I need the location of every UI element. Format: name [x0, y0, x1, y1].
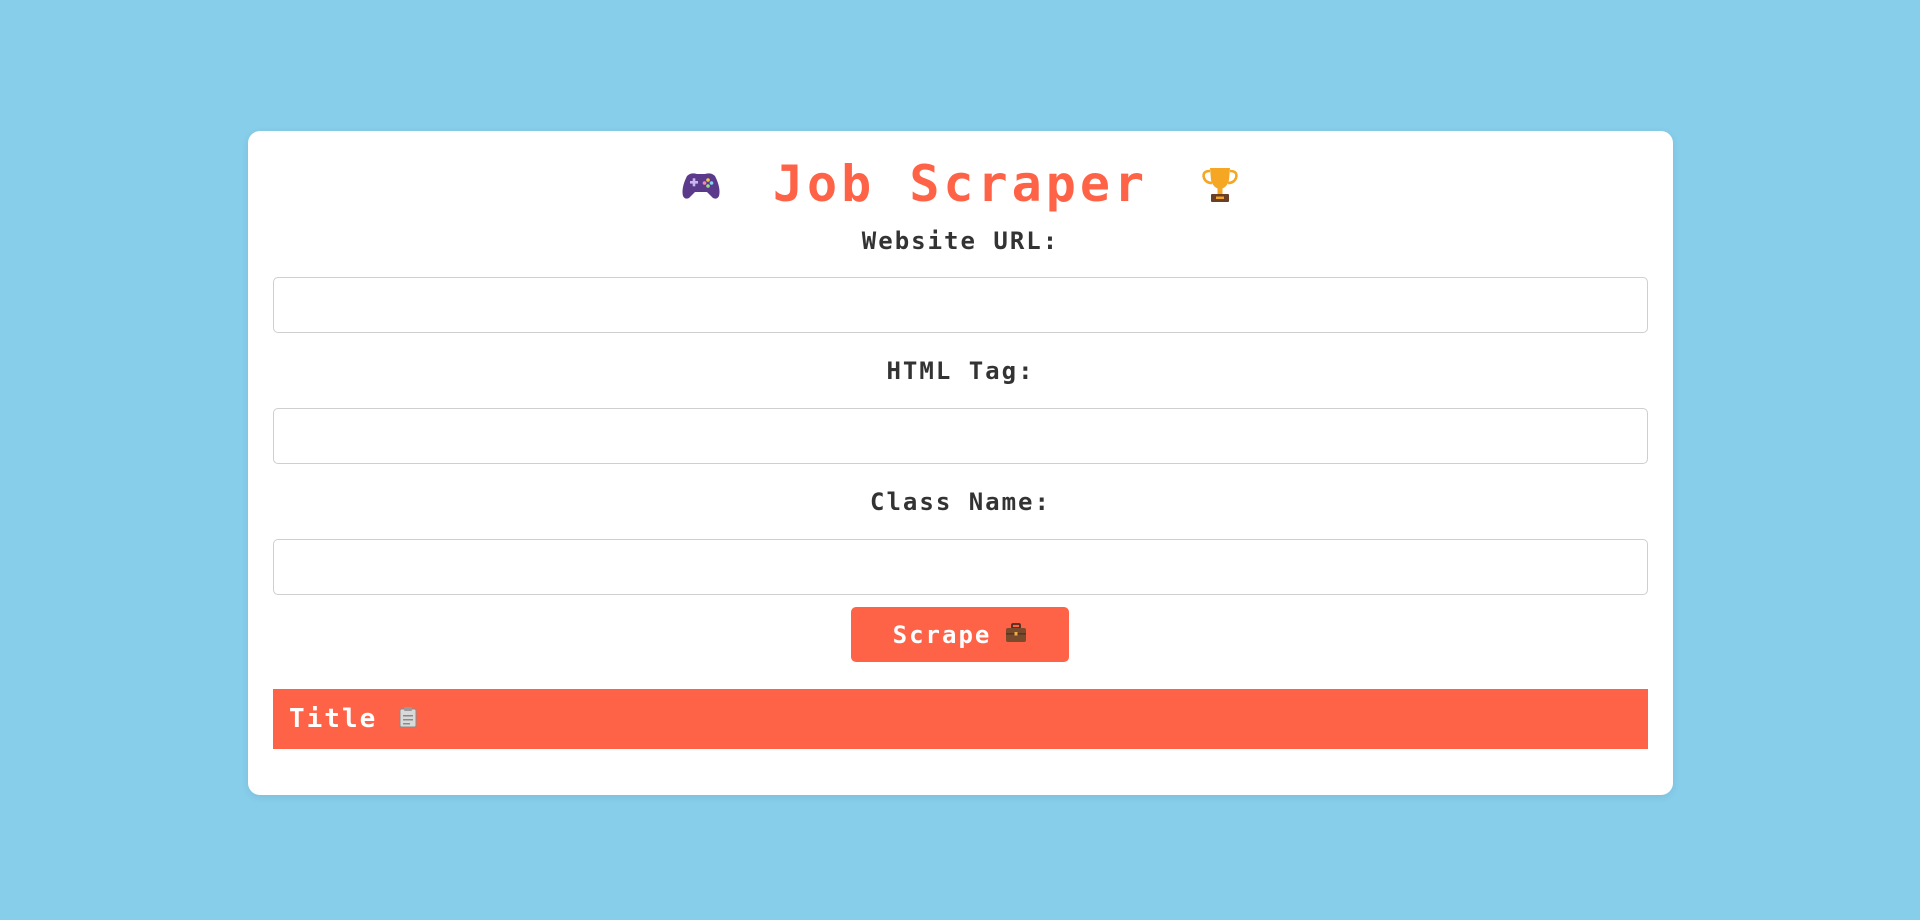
page-header: Job Scraper	[248, 153, 1673, 213]
scrape-button-label: Scrape	[892, 620, 992, 649]
html-tag-input[interactable]	[273, 408, 1648, 464]
website-url-input[interactable]	[273, 277, 1648, 333]
website-url-label: Website URL:	[861, 227, 1060, 255]
scrape-button[interactable]: Scrape	[851, 607, 1069, 662]
column-header-title: Title	[289, 704, 378, 734]
html-tag-label: HTML Tag:	[886, 357, 1035, 385]
briefcase-icon	[1005, 621, 1027, 649]
clipboard-icon	[399, 706, 417, 732]
trophy-icon	[1198, 162, 1242, 206]
class-name-input[interactable]	[273, 539, 1648, 595]
game-controller-icon	[679, 162, 723, 206]
scraper-card: Job Scraper Website URL: HTML Tag: Class…	[248, 131, 1673, 795]
class-name-label: Class Name:	[870, 488, 1051, 516]
page-title: Job Scraper	[772, 154, 1149, 213]
results-table-header: Title	[273, 689, 1648, 749]
